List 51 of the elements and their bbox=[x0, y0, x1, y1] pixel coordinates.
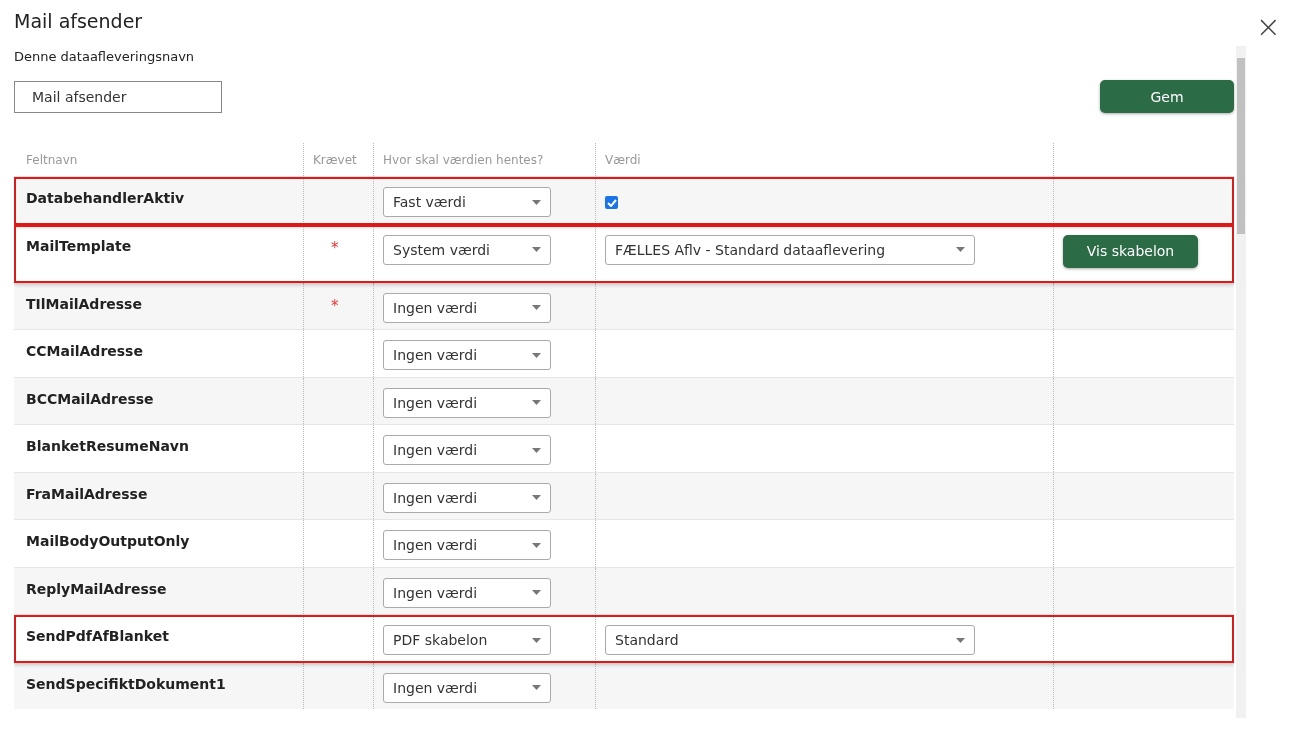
source-dropdown[interactable]: Ingen værdi bbox=[383, 530, 551, 560]
source-dropdown[interactable]: Fast værdi bbox=[383, 187, 551, 217]
source-dropdown[interactable]: Ingen værdi bbox=[383, 482, 551, 513]
source-dropdown[interactable]: System værdi bbox=[383, 234, 551, 265]
name-label: Denne dataafleveringsnavn bbox=[14, 48, 195, 66]
caret-icon bbox=[532, 542, 541, 548]
field-name: MailBodyOutputOnly bbox=[26, 533, 190, 549]
field-name: BlanketResumeNavn bbox=[26, 438, 189, 454]
caret-icon bbox=[532, 247, 541, 252]
field-name: FraMailAdresse bbox=[26, 485, 148, 502]
required-mark: * bbox=[331, 296, 339, 315]
caret-icon bbox=[532, 637, 541, 643]
close-button[interactable]: × bbox=[1255, 14, 1281, 40]
caret-icon bbox=[532, 199, 541, 205]
value-dropdown[interactable]: FÆLLES Aflv - Standard dataaflevering bbox=[605, 234, 975, 265]
show-template-button[interactable]: Vis skabelon bbox=[1063, 234, 1198, 268]
field-name: ReplyMailAdresse bbox=[26, 580, 167, 597]
source-dropdown[interactable]: Ingen værdi bbox=[383, 672, 551, 703]
field-name: SendSpecifiktDokument1 bbox=[26, 675, 226, 692]
column-header: Feltnavn bbox=[26, 152, 78, 167]
caret-icon bbox=[532, 400, 541, 405]
field-name: DatabehandlerAktiv bbox=[26, 190, 185, 206]
column-header: Værdi bbox=[605, 152, 641, 167]
name-input-field[interactable]: Mail afsender bbox=[14, 80, 222, 113]
scrollbar[interactable] bbox=[1236, 46, 1246, 718]
save-button[interactable]: Gem bbox=[1100, 80, 1234, 113]
caret-icon bbox=[532, 447, 541, 453]
field-name: TIlMailAdresse bbox=[26, 295, 142, 312]
field-name: MailTemplate bbox=[26, 237, 132, 254]
source-dropdown[interactable]: Ingen værdi bbox=[383, 340, 551, 370]
dialog-title: Mail afsender bbox=[14, 9, 144, 34]
source-dropdown[interactable]: Ingen værdi bbox=[383, 387, 551, 418]
required-mark: * bbox=[331, 238, 339, 257]
field-name: BCCMailAdresse bbox=[26, 390, 154, 407]
field-name: CCMailAdresse bbox=[26, 343, 143, 359]
caret-icon bbox=[532, 590, 541, 595]
column-header: Hvor skal værdien hentes? bbox=[383, 152, 544, 167]
caret-icon bbox=[956, 247, 965, 252]
column-header: Krævet bbox=[313, 152, 357, 167]
source-dropdown[interactable]: PDF skabelon bbox=[383, 625, 551, 655]
caret-icon bbox=[532, 495, 541, 500]
source-dropdown[interactable]: Ingen værdi bbox=[383, 292, 551, 323]
value-dropdown[interactable]: Standard bbox=[605, 625, 975, 655]
field-name: SendPdfAfBlanket bbox=[26, 628, 169, 644]
caret-icon bbox=[532, 305, 541, 310]
source-dropdown[interactable]: Ingen værdi bbox=[383, 577, 551, 608]
caret-icon bbox=[956, 637, 965, 643]
checkbox[interactable] bbox=[605, 196, 618, 209]
caret-icon bbox=[532, 352, 541, 358]
source-dropdown[interactable]: Ingen værdi bbox=[383, 435, 551, 465]
caret-icon bbox=[532, 685, 541, 690]
